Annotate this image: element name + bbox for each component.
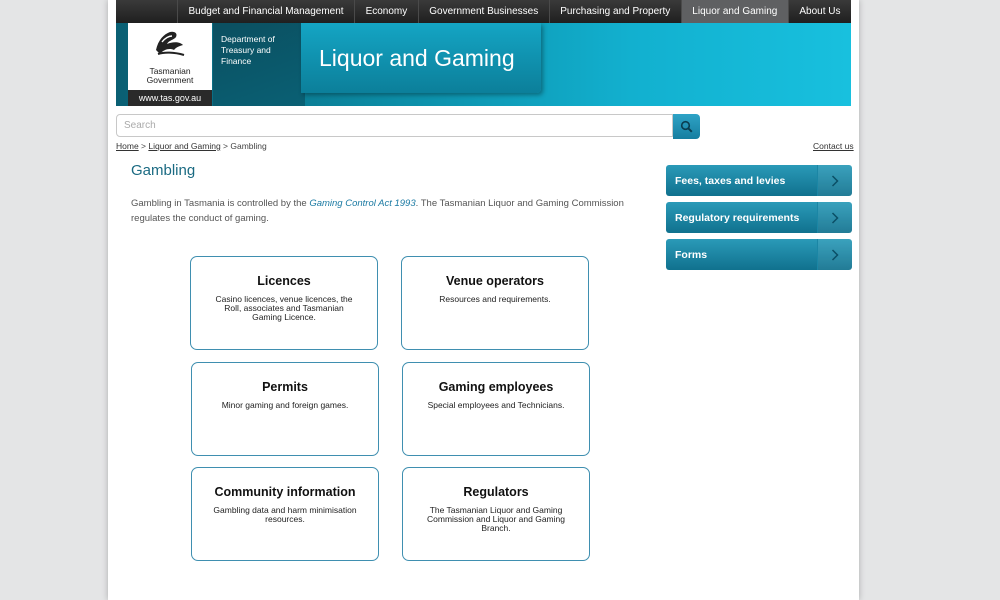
card-description: Special employees and Technicians. — [427, 400, 565, 410]
chevron-right-icon — [817, 239, 852, 270]
top-navigation: Budget and Financial Management Economy … — [116, 0, 851, 23]
card-description: Gambling data and harm minimisation reso… — [213, 505, 357, 524]
nav-item-liquor-gaming[interactable]: Liquor and Gaming — [680, 0, 788, 23]
nav-item-economy[interactable]: Economy — [354, 0, 418, 23]
chevron-right-icon — [817, 202, 852, 233]
card-title: Regulators — [463, 485, 529, 499]
card-community-information[interactable]: Community information Gambling data and … — [191, 467, 379, 561]
card-permits[interactable]: Permits Minor gaming and foreign games. — [191, 362, 379, 456]
nav-item-purchasing[interactable]: Purchasing and Property — [548, 0, 681, 23]
card-description: Minor gaming and foreign games. — [221, 400, 349, 410]
nav-item-budget[interactable]: Budget and Financial Management — [176, 0, 354, 23]
gaming-control-act-link[interactable]: Gaming Control Act 1993 — [309, 198, 415, 209]
tasmanian-devil-emblem-icon — [156, 31, 185, 56]
contact-us: Contact us — [813, 141, 854, 151]
card-title: Licences — [257, 274, 311, 288]
card-description: Resources and requirements. — [439, 294, 551, 304]
breadcrumb-current: Gambling — [230, 141, 267, 151]
chevron-right-icon — [817, 165, 852, 196]
card-licences[interactable]: Licences Casino licences, venue licences… — [190, 256, 378, 350]
department-panel: Department of Treasury and Finance — [213, 23, 305, 106]
sidebar-item-label: Regulatory requirements — [675, 211, 800, 224]
card-gaming-employees[interactable]: Gaming employees Special employees and T… — [402, 362, 590, 456]
department-name: Department of Treasury and Finance — [221, 34, 275, 66]
tasmanian-government-logo[interactable]: Tasmanian Government — [128, 23, 212, 90]
logo-text-line2: Government — [146, 75, 194, 85]
sidebar-item-label: Fees, taxes and levies — [675, 174, 786, 187]
search-icon — [680, 120, 693, 133]
search-button[interactable] — [673, 114, 700, 139]
sidebar-item-fees-taxes-levies[interactable]: Fees, taxes and levies — [666, 165, 852, 196]
search-bar — [116, 114, 701, 139]
nav-item-government-businesses[interactable]: Government Businesses — [417, 0, 549, 23]
card-title: Community information — [214, 485, 356, 499]
card-title: Gaming employees — [438, 380, 554, 394]
card-title: Venue operators — [446, 274, 544, 288]
breadcrumb-home[interactable]: Home — [116, 141, 139, 151]
intro-paragraph: Gambling in Tasmania is controlled by th… — [131, 198, 624, 224]
page-title: Gambling — [131, 162, 196, 179]
card-title: Permits — [262, 380, 308, 394]
breadcrumb: Home > Liquor and Gaming > Gambling — [116, 141, 267, 151]
site-url-link[interactable]: www.tas.gov.au — [128, 90, 212, 106]
card-description: The Tasmanian Liquor and Gaming Commissi… — [427, 505, 565, 533]
nav-item-about-us[interactable]: About Us — [787, 0, 851, 23]
sidebar-item-label: Forms — [675, 248, 708, 261]
banner-title: Liquor and Gaming — [319, 45, 515, 71]
banner-title-panel: Liquor and Gaming — [301, 23, 541, 93]
header-banner: Tasmanian Government www.tas.gov.au Depa… — [116, 23, 851, 106]
search-input[interactable] — [116, 114, 673, 137]
card-description: Casino licences, venue licences, the Rol… — [215, 294, 353, 322]
card-regulators[interactable]: Regulators The Tasmanian Liquor and Gami… — [402, 467, 590, 561]
sidebar-item-regulatory-requirements[interactable]: Regulatory requirements — [666, 202, 852, 233]
card-venue-operators[interactable]: Venue operators Resources and requiremen… — [401, 256, 589, 350]
sidebar-item-forms[interactable]: Forms — [666, 239, 852, 270]
contact-us-link[interactable]: Contact us — [813, 141, 854, 151]
breadcrumb-liquor-gaming[interactable]: Liquor and Gaming — [148, 141, 220, 151]
page-container: Budget and Financial Management Economy … — [108, 0, 859, 600]
